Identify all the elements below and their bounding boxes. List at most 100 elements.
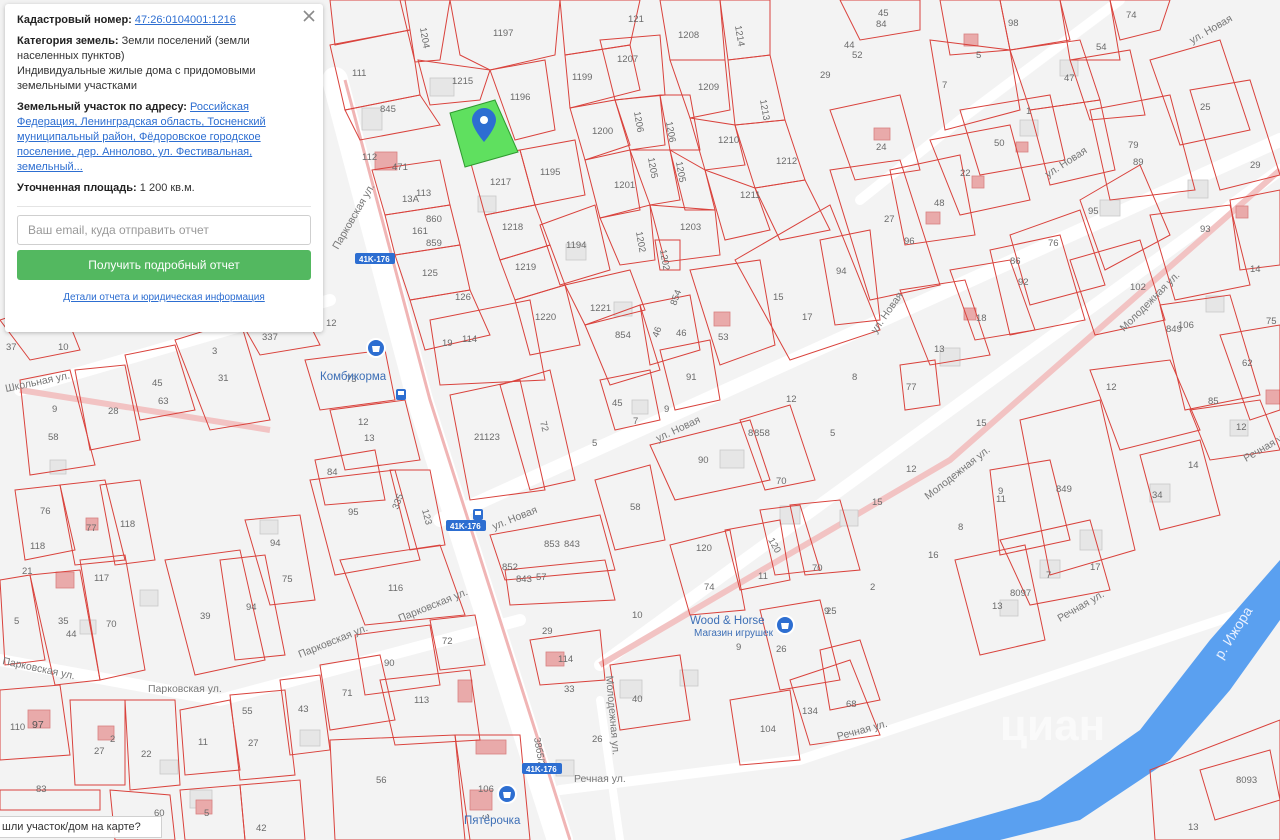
- road-badge-2: 41K-176: [446, 520, 486, 531]
- svg-text:48: 48: [934, 198, 945, 209]
- svg-text:41K-176: 41K-176: [526, 765, 557, 774]
- road-badge-1: 41K-176: [355, 253, 395, 264]
- svg-text:5: 5: [592, 438, 597, 449]
- svg-text:12: 12: [1106, 382, 1117, 393]
- svg-text:96: 96: [904, 236, 915, 247]
- svg-text:843: 843: [516, 574, 532, 585]
- svg-text:337: 337: [262, 332, 278, 343]
- svg-text:72: 72: [442, 636, 453, 647]
- svg-text:76: 76: [1048, 238, 1059, 249]
- svg-text:8: 8: [852, 372, 857, 383]
- svg-text:10: 10: [58, 342, 69, 353]
- svg-text:1: 1: [1026, 106, 1031, 117]
- cadastral-row: Кадастровый номер: 47:26:0104001:1216: [17, 13, 311, 28]
- svg-text:2: 2: [110, 734, 115, 745]
- svg-text:Wood & Horse: Wood & Horse: [690, 615, 765, 627]
- svg-text:43: 43: [298, 704, 309, 715]
- svg-text:858: 858: [754, 428, 770, 439]
- svg-text:1207: 1207: [617, 54, 638, 65]
- svg-text:98: 98: [1008, 18, 1019, 29]
- svg-text:47: 47: [1064, 73, 1075, 84]
- svg-text:76: 76: [40, 506, 51, 517]
- svg-text:161: 161: [412, 226, 428, 237]
- svg-text:19: 19: [442, 338, 453, 349]
- svg-text:102: 102: [1130, 282, 1146, 293]
- svg-text:7: 7: [1046, 570, 1051, 581]
- svg-text:860: 860: [426, 214, 442, 225]
- svg-text:89: 89: [1133, 157, 1144, 168]
- svg-text:29: 29: [542, 626, 553, 637]
- svg-text:1201: 1201: [614, 180, 635, 191]
- svg-text:8097: 8097: [1010, 588, 1031, 599]
- svg-text:55: 55: [242, 706, 253, 717]
- divider: [17, 206, 311, 207]
- svg-text:849: 849: [1056, 484, 1072, 495]
- area-label: Уточненная площадь:: [17, 182, 137, 194]
- svg-text:852: 852: [502, 562, 518, 573]
- svg-text:12: 12: [1236, 422, 1247, 433]
- svg-text:12: 12: [786, 394, 797, 405]
- svg-text:70: 70: [776, 476, 787, 487]
- cadastral-number-link[interactable]: 47:26:0104001:1216: [135, 14, 236, 26]
- svg-text:2: 2: [870, 582, 875, 593]
- report-details-link[interactable]: Детали отчета и юридическая информация: [17, 290, 311, 305]
- svg-text:121: 121: [628, 14, 644, 25]
- svg-text:1203: 1203: [680, 222, 701, 233]
- svg-text:93: 93: [1200, 224, 1211, 235]
- svg-text:1217: 1217: [490, 177, 511, 188]
- svg-text:125: 125: [422, 268, 438, 279]
- close-icon[interactable]: [301, 8, 317, 24]
- get-report-button[interactable]: Получить подробный отчет: [17, 250, 311, 280]
- svg-text:116: 116: [388, 583, 403, 594]
- svg-text:11: 11: [198, 737, 208, 748]
- svg-text:859: 859: [426, 238, 442, 249]
- svg-text:1208: 1208: [678, 30, 699, 41]
- svg-text:92: 92: [1018, 277, 1029, 288]
- svg-text:1199: 1199: [572, 72, 592, 83]
- svg-text:1209: 1209: [698, 82, 719, 93]
- svg-text:63: 63: [158, 396, 169, 407]
- svg-text:5: 5: [204, 808, 209, 819]
- svg-text:27: 27: [248, 738, 259, 749]
- svg-text:15: 15: [773, 292, 784, 303]
- svg-text:29: 29: [1250, 160, 1261, 171]
- svg-text:84: 84: [876, 19, 887, 30]
- svg-text:41K-176: 41K-176: [359, 255, 390, 264]
- svg-text:85: 85: [1208, 396, 1219, 407]
- svg-text:53: 53: [718, 332, 729, 343]
- svg-text:84: 84: [327, 467, 338, 478]
- svg-text:27: 27: [94, 746, 105, 757]
- svg-text:94: 94: [836, 266, 847, 277]
- svg-text:90: 90: [384, 658, 395, 669]
- cadastral-label: Кадастровый номер:: [17, 14, 132, 26]
- svg-text:5: 5: [976, 50, 981, 61]
- address-row: Земельный участок по адресу: Российская …: [17, 100, 311, 175]
- found-parcel-prompt[interactable]: шли участок/дом на карте?: [0, 816, 162, 838]
- svg-text:13А: 13А: [402, 194, 420, 205]
- svg-text:71: 71: [342, 688, 353, 699]
- svg-text:62: 62: [1242, 358, 1253, 369]
- svg-text:15: 15: [872, 497, 883, 508]
- svg-text:Пятёрочка: Пятёрочка: [464, 815, 521, 827]
- svg-text:853: 853: [544, 539, 560, 550]
- svg-text:33: 33: [564, 684, 575, 695]
- svg-text:9: 9: [664, 404, 669, 415]
- svg-text:94: 94: [246, 602, 257, 613]
- svg-text:77: 77: [86, 523, 97, 534]
- svg-text:1212: 1212: [776, 156, 797, 167]
- svg-text:41K-176: 41K-176: [450, 522, 481, 531]
- svg-text:8: 8: [748, 428, 753, 439]
- svg-text:94: 94: [270, 538, 281, 549]
- svg-text:11: 11: [996, 494, 1006, 505]
- bus-stop-icon[interactable]: [473, 509, 483, 520]
- svg-text:39: 39: [200, 611, 211, 622]
- svg-text:46: 46: [676, 328, 687, 339]
- bus-stop-icon[interactable]: [396, 389, 406, 400]
- svg-text:52: 52: [852, 50, 863, 61]
- svg-text:1210: 1210: [718, 135, 739, 146]
- svg-text:27: 27: [884, 214, 895, 225]
- svg-text:1195: 1195: [540, 167, 560, 178]
- svg-text:25: 25: [1200, 102, 1211, 113]
- email-input[interactable]: [17, 215, 311, 245]
- svg-text:74: 74: [704, 582, 715, 593]
